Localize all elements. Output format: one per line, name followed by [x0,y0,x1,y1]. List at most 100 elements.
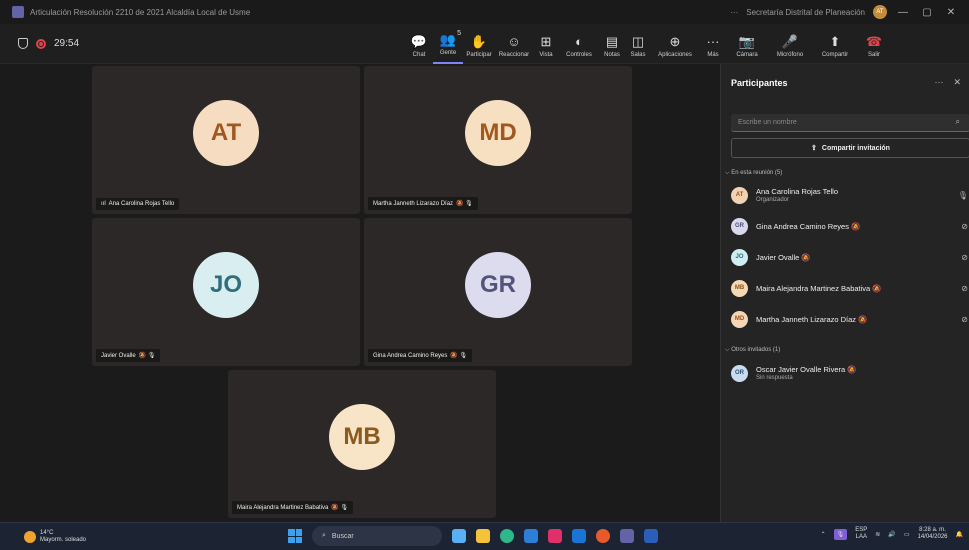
outlook-icon[interactable] [572,529,586,543]
toolbar-label: Micrófono [776,52,804,58]
participant-avatar: AT [193,100,259,166]
in-meeting-section[interactable]: ⌵ En esta reunión (5) [725,170,782,177]
word-icon[interactable] [644,529,658,543]
microphone-icon[interactable]: 🎙 [958,191,968,200]
toolbar-share-screen[interactable]: ⬆ Compartir [813,24,857,64]
toolbar-label: Salir [867,52,880,58]
participant-avatar: JO [731,248,748,266]
participant-row[interactable]: AT Ana Carolina Rojas Tello Organizador 🎙 [731,184,969,206]
toolbar-grid[interactable]: ⊞ Vista [533,24,559,64]
others-section[interactable]: ⌵ Otros invitados (1) [725,347,780,354]
participant-row[interactable]: GR Gina Andrea Camino Reyes 🔕 ⊘ [731,215,969,237]
toolbar-buttons: 💬 Chat 👥 5 Gente ✋ Participar ☺ Reaccionar ⊞ Vista… [405,24,891,64]
microphone-muted-icon[interactable]: ⊘ [961,315,968,324]
notes-icon: ▤ [605,34,619,49]
microphone-muted-icon[interactable]: ⊘ [961,253,968,262]
wifi-icon[interactable]: ≋ [875,531,880,538]
task-view-icon[interactable] [452,529,466,543]
participant-avatar: GR [731,217,748,235]
participant-avatar: JO [193,252,259,318]
video-tile[interactable]: MB Maira Alejandra Martinez Babativa 🔕 🎙 [228,370,496,518]
taskbar-search-label: Buscar [331,532,354,540]
video-tile[interactable]: MD Martha Janneth Lizarazo Díaz 🔕 🎙 [364,66,632,214]
participant-name: Oscar Javier Ovalle Rivera 🔕 [756,365,857,374]
toolbar-microphone[interactable]: 🎤 Micrófono [767,24,813,64]
weather-widget[interactable]: 14°C Mayorm. soleado [0,530,86,544]
toolbar-chat[interactable]: 💬 Chat [405,24,433,64]
taskbar-search[interactable]: ⌕ Buscar [312,526,442,546]
panel-more-icon[interactable]: ··· [934,77,943,88]
participant-avatar: AT [731,186,748,204]
start-button[interactable] [288,529,302,543]
chrome-icon[interactable] [596,529,610,543]
participant-name: Maira Alejandra Martinez Babativa 🔕 [756,283,882,293]
participant-role: Sin respuesta [756,375,793,381]
participant-row[interactable]: JO Javier Ovalle 🔕 ⊘ [731,246,969,268]
participant-search-input[interactable]: Escribe un nombre ⌕ [731,114,969,132]
share-invitation-button[interactable]: ⇪ Compartir invitación [731,138,969,158]
microphone-muted-icon[interactable]: ⊘ [961,222,968,231]
toolbar-more[interactable]: ··· Más [699,24,727,64]
others-label: Otros invitados (1) [731,347,781,353]
toolbar-controls[interactable]: ◐ Controles [559,24,599,64]
microphone-tray-icon[interactable]: 🎙 [833,528,848,540]
toolbar-raise-hand[interactable]: ✋ Participar [463,24,495,64]
battery-icon[interactable]: ▭ [904,531,910,538]
participant-row[interactable]: MB Maira Alejandra Martinez Babativa 🔕 ⊘ [731,277,969,299]
apps-icon: ⊕ [669,34,681,49]
media-icon[interactable] [548,529,562,543]
toolbar-notes[interactable]: ▤ Notas [599,24,625,64]
smile-icon: ☺ [507,34,521,49]
file-explorer-icon[interactable] [476,529,490,543]
participant-name: Martha Janneth Lizarazo Díaz [373,201,454,207]
video-tile[interactable]: AT ııl Ana Carolina Rojas Tello [92,66,360,214]
toolbar-label: Chat [412,52,426,58]
participant-name: Javier Ovalle [101,353,136,359]
toolbar-rooms[interactable]: ◫ Salas [625,24,651,64]
muted-icon: 🔕 🎙 [456,201,473,207]
toolbar-smile[interactable]: ☺ Reaccionar [495,24,533,64]
toolbar-apps[interactable]: ⊕ Aplicaciones [651,24,699,64]
toolbar-label: Compartir [821,52,849,58]
participant-row[interactable]: MD Martha Janneth Lizarazo Díaz 🔕 ⊘ [731,308,969,330]
microphone-icon: 🎤 [781,34,799,49]
video-tile[interactable]: GR Gina Andrea Camino Reyes 🔕 🎙 [364,218,632,366]
recording-icon [36,38,46,49]
user-avatar[interactable]: AT [873,5,887,19]
notification-icon[interactable]: 🔔 [956,531,963,538]
search-placeholder: Escribe un nombre [738,119,797,126]
lang-layout: LAA [855,534,867,540]
volume-icon[interactable]: 🔊 [888,531,895,538]
close-window-button[interactable]: ✕ [943,7,959,18]
teams-taskbar-icon[interactable] [620,529,634,543]
video-tile[interactable]: JO Javier Ovalle 🔕 🎙 [92,218,360,366]
participant-name: Maira Alejandra Martinez Babativa [237,505,329,511]
controls-icon: ◐ [575,34,583,49]
toolbar-camera-off[interactable]: 📷 Cámara [727,24,767,64]
restore-button[interactable]: ▢ [919,7,935,18]
rooms-icon: ◫ [631,34,645,49]
clock[interactable]: 8:28 a. m. 14/04/2026 [917,527,947,541]
toolbar-label: Cámara [736,52,758,58]
share-invitation-label: Compartir invitación [821,144,890,152]
toolbar-label: Reaccionar [498,52,530,58]
language-indicator[interactable]: ESP LAA [855,527,867,541]
toolbar-hang-up[interactable]: ☎ Salir [857,24,891,64]
more-options-icon[interactable]: ··· [730,8,738,17]
meeting-toolbar: 29:54 💬 Chat 👥 5 Gente ✋ Participar ☺ Reaccionar… [0,24,969,64]
toolbar-label: Controles [566,52,592,58]
participant-name-label: Javier Ovalle 🔕 🎙 [96,349,161,362]
organization-name: Secretaría Distrital de Planeación [746,7,865,17]
toolbar-people[interactable]: 👥 5 Gente [433,24,463,64]
panel-close-icon[interactable]: ✕ [953,77,961,88]
chevron-up-icon[interactable]: ⌃ [821,531,826,538]
search-icon: ⌕ [322,532,326,539]
edge-icon[interactable] [500,529,514,543]
search-icon: ⌕ [955,117,960,126]
hang-up-icon: ☎ [865,34,883,49]
store-icon[interactable] [524,529,538,543]
participant-row[interactable]: OR Oscar Javier Ovalle Rivera 🔕 Sin respue… [731,362,969,384]
minimize-button[interactable]: — [895,7,911,18]
microphone-muted-icon[interactable]: ⊘ [961,284,968,293]
participant-name-label: ııl Ana Carolina Rojas Tello [96,198,180,210]
